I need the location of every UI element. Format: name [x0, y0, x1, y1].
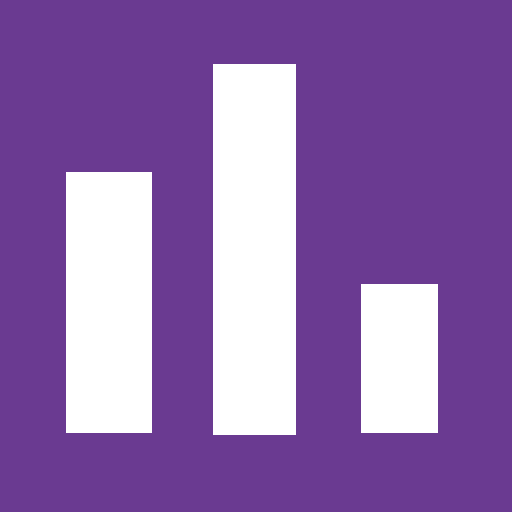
bar-chart-icon-bar-left — [66, 172, 152, 433]
bar-chart-icon-bar-right — [361, 284, 438, 433]
bar-chart-icon — [0, 0, 512, 512]
bar-chart-icon-bar-middle — [213, 64, 296, 435]
